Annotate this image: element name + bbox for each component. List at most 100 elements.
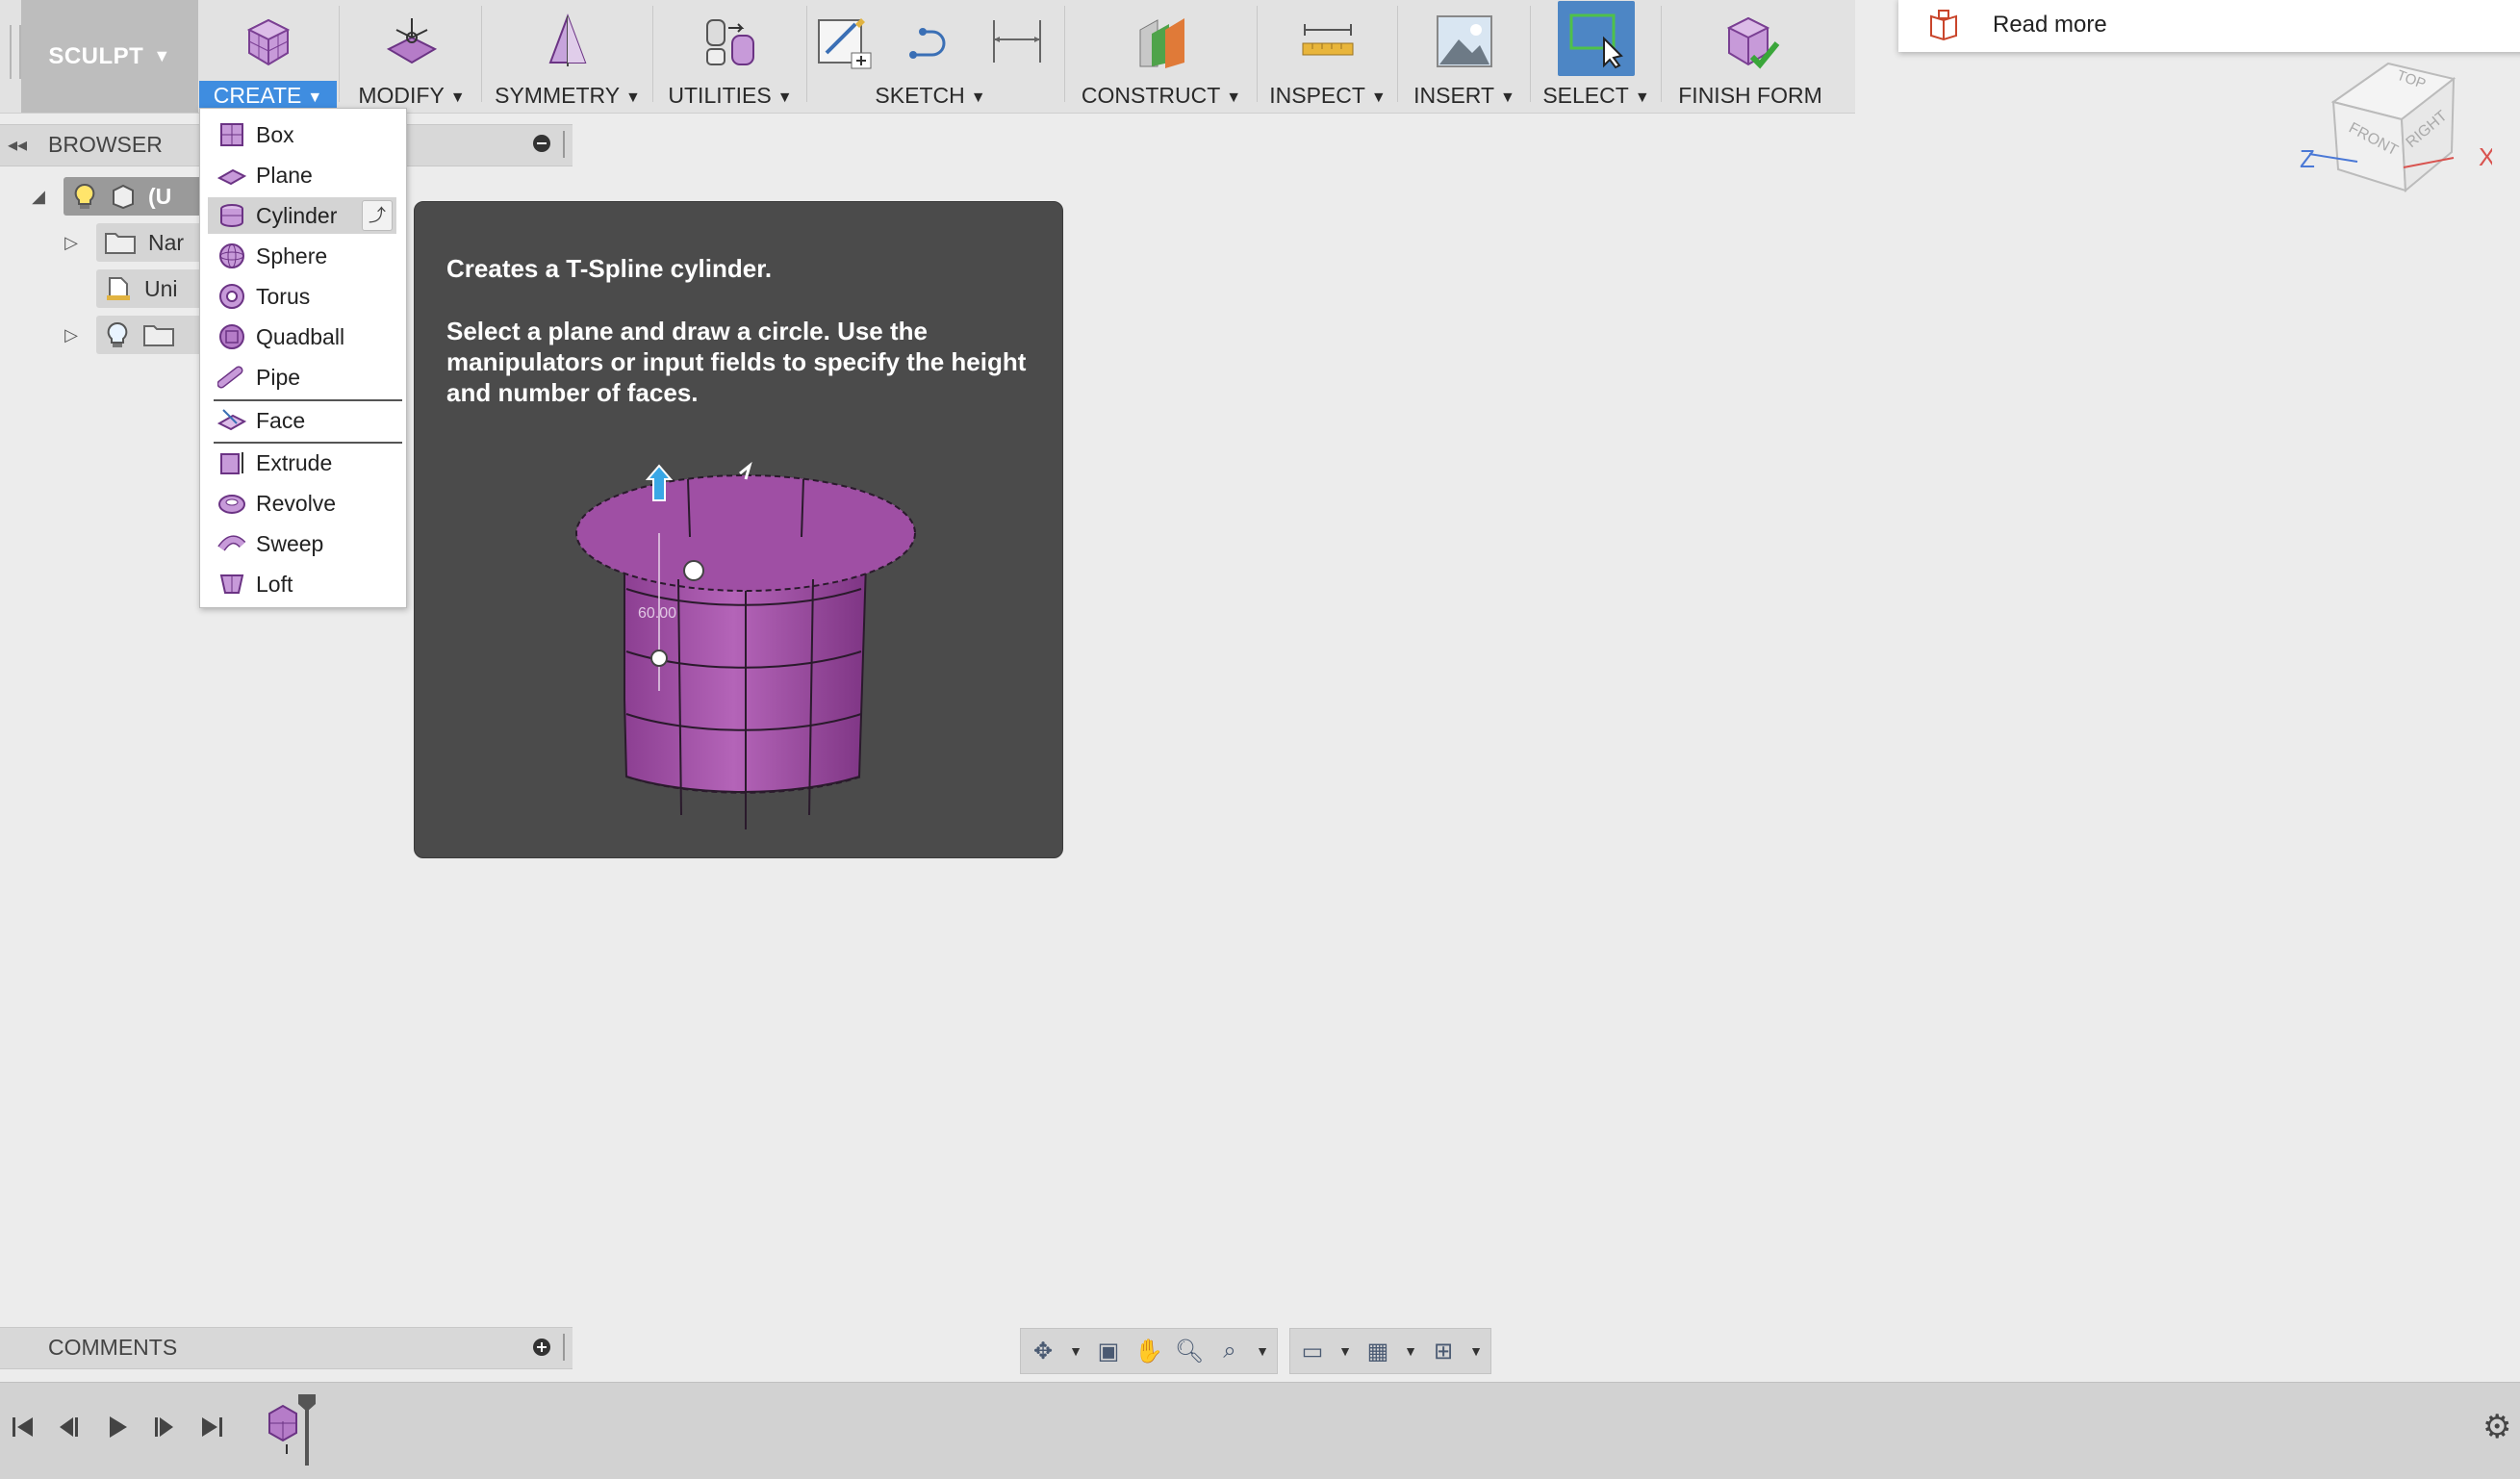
chevron-down-icon: ▼: [153, 46, 171, 65]
panel-resize-handle[interactable]: [563, 131, 565, 158]
select-menu-button[interactable]: SELECT ▼: [1534, 81, 1659, 110]
comments-panel-header: COMMENTS: [0, 1327, 573, 1369]
workspace-switcher[interactable]: SCULPT ▼: [21, 0, 198, 113]
modify-menu-button[interactable]: MODIFY ▼: [343, 81, 481, 110]
menu-item-cylinder[interactable]: Cylinder ⤴: [208, 197, 396, 234]
menu-item-label: Pipe: [256, 364, 301, 390]
navigation-tools: ✥ ▼ ▣ ✋ 🔍︎ ⌕ ▼: [1020, 1328, 1278, 1374]
inspect-group[interactable]: INSPECT ▼: [1260, 0, 1395, 113]
menu-item-plane[interactable]: Plane: [208, 157, 396, 193]
panel-resize-handle[interactable]: [563, 1334, 565, 1361]
pin-to-toolbar-icon[interactable]: ⤴: [362, 200, 393, 231]
create-group[interactable]: CREATE ▼: [199, 0, 337, 113]
chevron-down-icon[interactable]: ▼: [1067, 1335, 1084, 1367]
modify-group[interactable]: MODIFY ▼: [343, 0, 481, 113]
arc-icon[interactable]: [900, 11, 961, 72]
sketch-group[interactable]: SKETCH ▼: [810, 0, 1051, 113]
chevron-down-icon: ▼: [776, 89, 793, 106]
symmetry-menu-button[interactable]: SYMMETRY ▼: [486, 81, 649, 110]
lightbulb-icon[interactable]: [104, 320, 131, 349]
chevron-down-icon[interactable]: ▼: [1467, 1335, 1485, 1367]
construct-label: CONSTRUCT: [1081, 83, 1221, 108]
insert-menu-button[interactable]: INSERT ▼: [1401, 81, 1528, 110]
offset-plane-icon[interactable]: [1131, 11, 1192, 72]
play-button[interactable]: [100, 1410, 135, 1444]
read-more-label: Read more: [1993, 12, 2107, 38]
measure-icon[interactable]: [1297, 11, 1359, 72]
finish-form-button[interactable]: FINISH FORM: [1665, 81, 1836, 110]
axis-z-label: Z: [2300, 144, 2315, 173]
mirror-symmetry-icon[interactable]: [537, 11, 598, 72]
look-at-icon[interactable]: ▣: [1092, 1335, 1125, 1367]
menu-item-label: Plane: [256, 162, 313, 188]
insert-group[interactable]: INSERT ▼: [1401, 0, 1528, 113]
browser-root-node[interactable]: ◢ (U: [27, 177, 223, 216]
step-back-button[interactable]: [52, 1410, 87, 1444]
toolbar-grip[interactable]: [10, 25, 21, 79]
select-tool[interactable]: [1558, 1, 1635, 76]
collapse-panel-icon[interactable]: ◂◂: [8, 133, 27, 157]
edit-form-icon[interactable]: [381, 11, 443, 72]
construct-menu-button[interactable]: CONSTRUCT ▼: [1068, 81, 1255, 110]
menu-item-extrude[interactable]: Extrude: [208, 445, 396, 481]
sketch-label: SKETCH: [875, 83, 965, 108]
go-to-start-button[interactable]: [6, 1410, 40, 1444]
root-node-label: (U: [148, 183, 172, 209]
go-to-end-button[interactable]: [194, 1410, 229, 1444]
chevron-down-icon: ▼: [1226, 89, 1242, 106]
menu-item-box[interactable]: Box: [208, 116, 396, 153]
step-forward-icon: [155, 1417, 173, 1437]
gear-icon[interactable]: ⚙: [2482, 1408, 2511, 1446]
insert-image-icon[interactable]: [1434, 11, 1495, 72]
create-label: CREATE: [213, 83, 302, 108]
menu-item-torus[interactable]: Torus: [208, 278, 396, 315]
orbit-icon[interactable]: ✥: [1027, 1335, 1059, 1367]
chevron-down-icon[interactable]: ▼: [1402, 1335, 1419, 1367]
inspect-menu-button[interactable]: INSPECT ▼: [1260, 81, 1395, 110]
menu-item-quadball[interactable]: Quadball: [208, 319, 396, 355]
dimension-icon[interactable]: [986, 11, 1048, 72]
zoom-window-icon[interactable]: ⌕: [1213, 1335, 1246, 1367]
create-menu-button[interactable]: CREATE ▼: [199, 81, 337, 110]
menu-item-pipe[interactable]: Pipe: [208, 359, 396, 395]
utilities-group[interactable]: UTILITIES ▼: [656, 0, 804, 113]
read-more-link[interactable]: Read more: [1898, 0, 2520, 52]
sphere-icon: [219, 243, 244, 268]
collapsed-triangle-icon[interactable]: ▷: [60, 325, 83, 345]
t-spline-box-icon[interactable]: [238, 11, 299, 72]
zoom-icon[interactable]: 🔍︎: [1173, 1335, 1206, 1367]
collapsed-triangle-icon[interactable]: ▷: [60, 233, 83, 253]
add-comment-icon[interactable]: [533, 1339, 550, 1356]
cylinder-preview-illustration: 60.00: [575, 461, 916, 829]
menu-separator: [214, 399, 402, 401]
convert-icon[interactable]: [700, 11, 761, 72]
pan-hand-icon[interactable]: ✋: [1133, 1335, 1165, 1367]
menu-separator: [214, 442, 402, 444]
utilities-menu-button[interactable]: UTILITIES ▼: [656, 81, 804, 110]
display-settings-icon[interactable]: ▭: [1296, 1335, 1329, 1367]
timeline-marker[interactable]: [296, 1392, 318, 1469]
viewports-icon[interactable]: ⊞: [1427, 1335, 1460, 1367]
step-forward-button[interactable]: [146, 1410, 181, 1444]
lightbulb-icon[interactable]: [71, 182, 98, 211]
menu-item-face[interactable]: Face: [208, 402, 396, 439]
chevron-down-icon[interactable]: ▼: [1336, 1335, 1354, 1367]
view-cube[interactable]: TOP FRONT RIGHT X Z: [2300, 46, 2495, 210]
plane-icon: [217, 168, 246, 186]
menu-item-revolve[interactable]: Revolve: [208, 485, 396, 522]
minimize-icon[interactable]: [533, 135, 550, 152]
chevron-down-icon[interactable]: ▼: [1254, 1335, 1271, 1367]
create-dropdown-menu: Box Plane Cylinder ⤴ Sphere Torus Quadba…: [199, 108, 407, 608]
sketch-menu-button[interactable]: SKETCH ▼: [810, 81, 1051, 110]
menu-item-sphere[interactable]: Sphere: [208, 238, 396, 274]
select-group[interactable]: SELECT ▼: [1534, 0, 1659, 113]
create-sketch-icon[interactable]: [813, 11, 875, 72]
menu-item-sweep[interactable]: Sweep: [208, 525, 396, 562]
construct-group[interactable]: CONSTRUCT ▼: [1068, 0, 1255, 113]
finish-form-icon[interactable]: [1719, 11, 1781, 72]
menu-item-loft[interactable]: Loft: [208, 566, 396, 602]
finish-form-group[interactable]: FINISH FORM: [1665, 0, 1836, 113]
symmetry-group[interactable]: SYMMETRY ▼: [486, 0, 649, 113]
grid-settings-icon[interactable]: ▦: [1362, 1335, 1394, 1367]
expanded-triangle-icon[interactable]: ◢: [27, 187, 50, 207]
